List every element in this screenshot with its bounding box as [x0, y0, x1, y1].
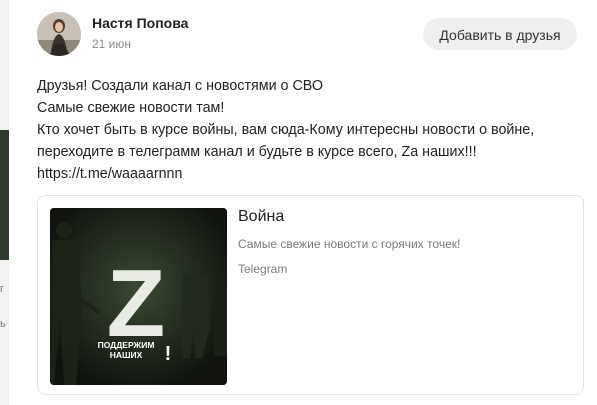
- left-edge-mark: ь: [0, 318, 6, 330]
- left-edge-image: [0, 130, 9, 260]
- support-text-line2: НАШИХ: [110, 350, 143, 360]
- post-text: Друзья! Создали канал с новостями о СВО …: [37, 75, 587, 185]
- link-preview-image: Z ПОДДЕРЖИМ НАШИХ !: [50, 208, 227, 385]
- support-exclaim: !: [165, 343, 172, 365]
- post-text-line: Кто хочет быть в курсе войны, вам сюда-К…: [37, 122, 535, 138]
- post-date: 21 июн: [92, 37, 132, 51]
- post-text-line: Самые свежие новости там!: [37, 100, 225, 116]
- add-friend-button[interactable]: Добавить в друзья: [423, 18, 577, 50]
- avatar-photo: [37, 12, 81, 56]
- link-preview-description: Самые свежие новости с горячих точек!: [238, 237, 461, 251]
- link-preview-source: Telegram: [238, 262, 288, 276]
- author-name[interactable]: Настя Попова: [92, 15, 188, 31]
- link-preview-title[interactable]: Война: [238, 208, 284, 226]
- post-link[interactable]: https://t.me/waaaarnnn: [37, 163, 587, 185]
- link-preview-card[interactable]: Z ПОДДЕРЖИМ НАШИХ ! Война Самые свежие н…: [37, 195, 584, 395]
- post-text-line: Друзья! Создали канал с новостями о СВО: [37, 78, 323, 94]
- left-edge-panel: г ь: [0, 0, 9, 405]
- avatar[interactable]: [37, 12, 81, 56]
- left-edge-mark: г: [0, 283, 5, 295]
- z-support-image: Z ПОДДЕРЖИМ НАШИХ !: [50, 208, 227, 385]
- support-text-line1: ПОДДЕРЖИМ: [98, 340, 155, 350]
- post-text-line: переходите в телеграмм канал и будьте в …: [37, 144, 477, 160]
